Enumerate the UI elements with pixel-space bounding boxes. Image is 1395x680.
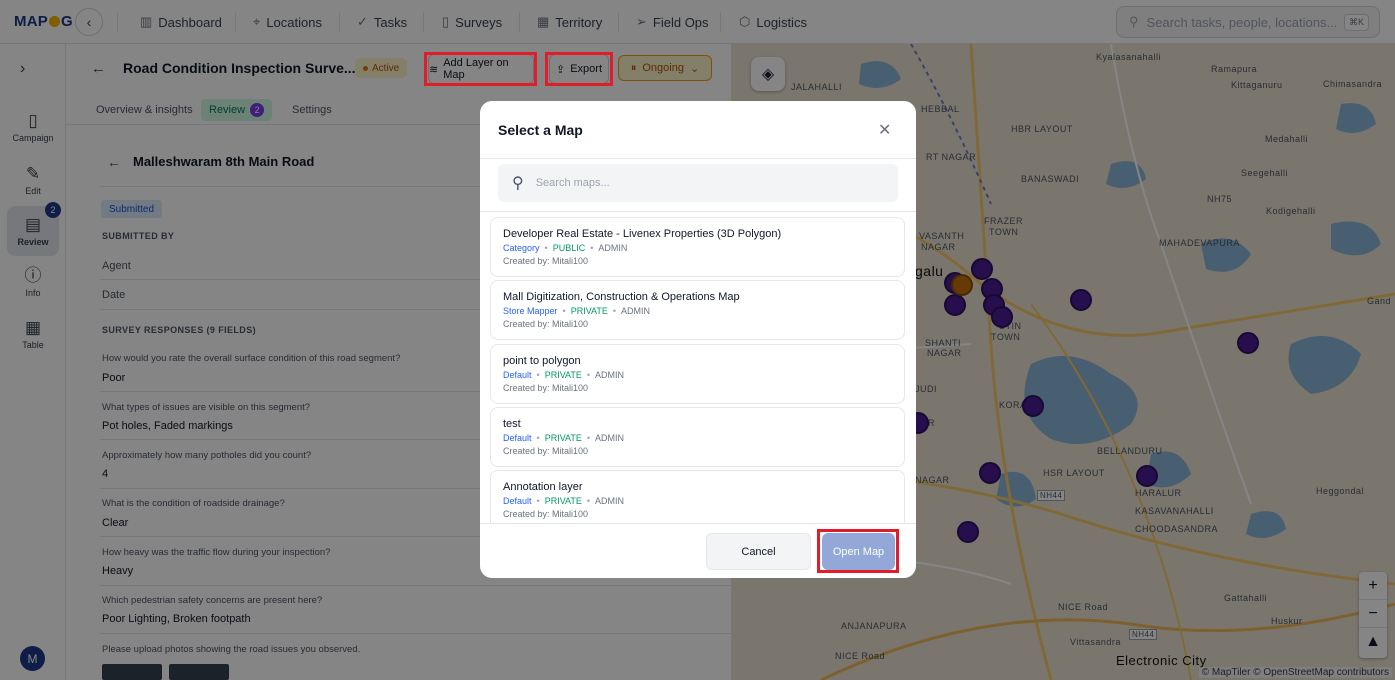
dialog-title: Select a Map <box>498 122 583 138</box>
map-list-item[interactable]: test Default • PRIVATE • ADMIN Created by: M… <box>490 407 905 467</box>
map-list-item[interactable]: Annotation layer Default • PRIVATE • ADMIN C… <box>490 470 905 524</box>
map-search-input[interactable]: ⚲ Search maps... <box>498 164 898 202</box>
divider <box>480 211 916 212</box>
divider <box>480 523 916 524</box>
close-icon[interactable]: ✕ <box>878 120 891 140</box>
search-icon: ⚲ <box>512 175 524 192</box>
open-map-button[interactable]: Open Map <box>822 533 895 570</box>
map-list-item[interactable]: Developer Real Estate - Livenex Properti… <box>490 217 905 277</box>
select-map-dialog: Select a Map ✕ ⚲ Search maps... Developer… <box>480 101 916 578</box>
divider <box>480 158 916 159</box>
map-list-item[interactable]: Mall Digitization, Construction & Operat… <box>490 280 905 340</box>
map-list-item[interactable]: point to polygon Default • PRIVATE • ADMIN C… <box>490 344 905 404</box>
cancel-button[interactable]: Cancel <box>706 533 811 570</box>
